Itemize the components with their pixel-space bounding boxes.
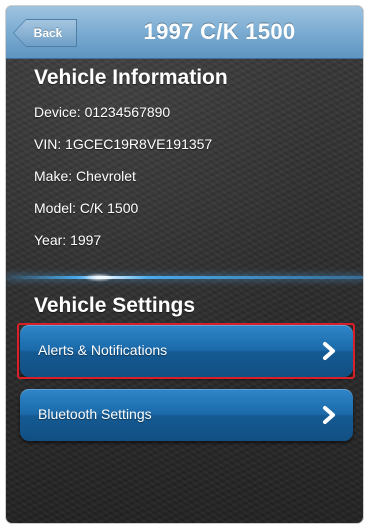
vehicle-settings-heading: Vehicle Settings [34, 294, 196, 317]
device-info: Device: 01234567890 [34, 104, 171, 120]
bluetooth-settings-label: Bluetooth Settings [38, 406, 152, 422]
bluetooth-settings-button[interactable]: Bluetooth Settings [20, 389, 353, 441]
section-divider [6, 273, 363, 282]
page-title: 1997 C/K 1500 [143, 19, 296, 44]
back-button[interactable]: Back [14, 20, 76, 46]
vehicle-information-heading: Vehicle Information [34, 66, 228, 89]
chevron-right-icon [323, 342, 335, 360]
make-info: Make: Chevrolet [34, 168, 136, 184]
year-info: Year: 1997 [34, 232, 102, 248]
alerts-notifications-label: Alerts & Notifications [38, 342, 168, 358]
app-screen: Back 1997 C/K 1500 Vehicle Information D… [6, 6, 363, 523]
model-info: Model: C/K 1500 [34, 200, 139, 216]
navigation-bar: Back 1997 C/K 1500 [6, 6, 363, 59]
vin-info: VIN: 1GCEC19R8VE191357 [34, 136, 213, 152]
chevron-right-icon [323, 406, 335, 424]
alerts-notifications-button[interactable]: Alerts & Notifications [20, 325, 353, 377]
